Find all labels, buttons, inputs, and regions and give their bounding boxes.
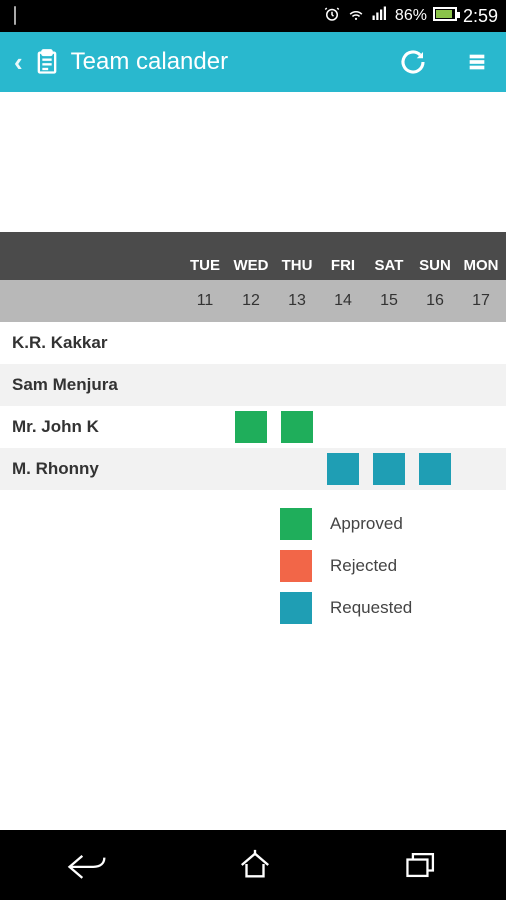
calendar-row[interactable]: M. Rhonny xyxy=(0,448,506,490)
legend-label: Requested xyxy=(330,598,412,618)
legend-label: Approved xyxy=(330,514,403,534)
day-cell[interactable] xyxy=(458,406,504,448)
day-cell[interactable] xyxy=(412,448,458,490)
day-cell[interactable] xyxy=(458,364,504,406)
menu-icon[interactable] xyxy=(466,49,488,75)
system-nav-bar xyxy=(0,830,506,900)
day-cell[interactable] xyxy=(320,406,366,448)
person-name: Mr. John K xyxy=(0,417,182,437)
approved-block xyxy=(281,411,313,443)
day-header: TUE xyxy=(182,257,228,274)
phone-status-icon xyxy=(8,7,16,25)
day-header: MON xyxy=(458,257,504,274)
day-cell[interactable] xyxy=(228,406,274,448)
date-header: 15 xyxy=(366,292,412,310)
day-cell[interactable] xyxy=(274,322,320,364)
recent-nav-icon[interactable] xyxy=(402,848,442,882)
clipboard-icon[interactable] xyxy=(33,47,61,77)
day-cell[interactable] xyxy=(320,364,366,406)
blank-area xyxy=(0,92,506,232)
day-cell[interactable] xyxy=(366,364,412,406)
day-cell[interactable] xyxy=(458,322,504,364)
legend-item-rejected: Rejected xyxy=(280,550,506,582)
day-cell[interactable] xyxy=(274,448,320,490)
day-cell[interactable] xyxy=(412,364,458,406)
day-cell[interactable] xyxy=(182,406,228,448)
calendar-date-header: 11 12 13 14 15 16 17 xyxy=(0,280,506,322)
calendar-row[interactable]: K.R. Kakkar xyxy=(0,322,506,364)
day-cell[interactable] xyxy=(412,406,458,448)
person-name: K.R. Kakkar xyxy=(0,333,182,353)
day-cell[interactable] xyxy=(228,364,274,406)
day-header: FRI xyxy=(320,257,366,274)
wifi-icon xyxy=(347,5,365,28)
day-cell[interactable] xyxy=(320,322,366,364)
requested-color-block xyxy=(280,592,312,624)
calendar-row[interactable]: Mr. John K xyxy=(0,406,506,448)
back-nav-icon[interactable] xyxy=(64,848,108,882)
page-title: Team calander xyxy=(71,48,388,76)
clock-text: 2:59 xyxy=(463,6,498,27)
calendar-body: K.R. Kakkar Sam Menjura Mr. John K M. Rhonn… xyxy=(0,322,506,490)
person-name: M. Rhonny xyxy=(0,459,182,479)
day-cell[interactable] xyxy=(458,448,504,490)
day-header: WED xyxy=(228,257,274,274)
date-header: 11 xyxy=(182,292,228,310)
calendar-row[interactable]: Sam Menjura xyxy=(0,364,506,406)
approved-color-block xyxy=(280,508,312,540)
legend-item-approved: Approved xyxy=(280,508,506,540)
day-cell[interactable] xyxy=(412,322,458,364)
legend-item-requested: Requested xyxy=(280,592,506,624)
requested-block xyxy=(327,453,359,485)
day-cell[interactable] xyxy=(182,364,228,406)
date-header: 14 xyxy=(320,292,366,310)
day-header: SAT xyxy=(366,257,412,274)
day-cell[interactable] xyxy=(320,448,366,490)
day-cell[interactable] xyxy=(228,322,274,364)
person-name: Sam Menjura xyxy=(0,375,182,395)
date-header: 12 xyxy=(228,292,274,310)
day-cell[interactable] xyxy=(366,406,412,448)
app-bar: ‹ Team calander xyxy=(0,32,506,92)
status-bar: 86% 2:59 xyxy=(0,0,506,32)
requested-block xyxy=(419,453,451,485)
approved-block xyxy=(235,411,267,443)
legend: Approved Rejected Requested xyxy=(0,508,506,624)
legend-label: Rejected xyxy=(330,556,397,576)
day-cell[interactable] xyxy=(182,322,228,364)
day-cell[interactable] xyxy=(274,364,320,406)
refresh-icon[interactable] xyxy=(398,47,428,77)
day-cell[interactable] xyxy=(274,406,320,448)
signal-icon xyxy=(371,5,389,28)
alarm-icon xyxy=(323,5,341,28)
day-cell[interactable] xyxy=(182,448,228,490)
requested-block xyxy=(373,453,405,485)
battery-percent: 86% xyxy=(395,7,427,25)
date-header: 16 xyxy=(412,292,458,310)
day-cell[interactable] xyxy=(366,322,412,364)
day-header: SUN xyxy=(412,257,458,274)
day-cell[interactable] xyxy=(366,448,412,490)
home-nav-icon[interactable] xyxy=(236,848,274,882)
date-header: 13 xyxy=(274,292,320,310)
day-cell[interactable] xyxy=(228,448,274,490)
battery-icon xyxy=(433,7,457,26)
date-header: 17 xyxy=(458,292,504,310)
rejected-color-block xyxy=(280,550,312,582)
day-header: THU xyxy=(274,257,320,274)
back-icon[interactable]: ‹ xyxy=(14,47,23,78)
calendar-day-header: TUE WED THU FRI SAT SUN MON xyxy=(0,232,506,280)
